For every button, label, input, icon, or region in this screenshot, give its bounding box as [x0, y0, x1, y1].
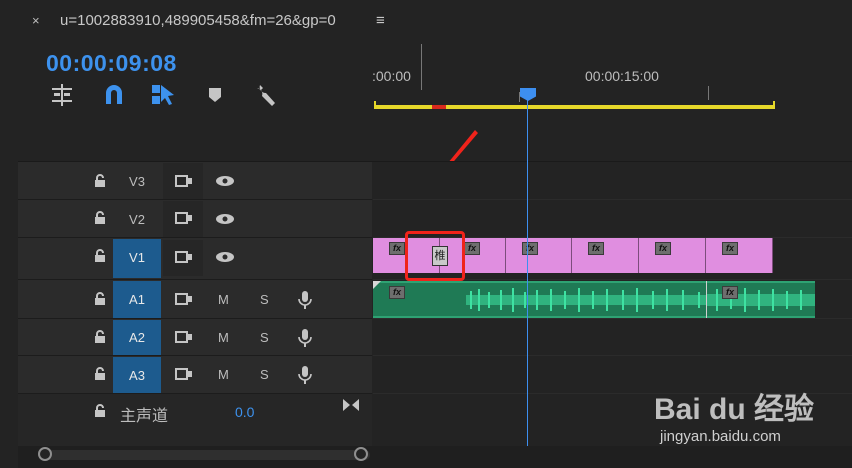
eye-icon[interactable] [214, 250, 236, 264]
wrench-settings-icon[interactable] [254, 82, 280, 108]
ruler-tick [708, 86, 709, 100]
master-track-name: 主声道 [120, 408, 169, 425]
lock-icon[interactable] [93, 211, 107, 225]
fx-badge: fx [522, 242, 538, 255]
ruler-tick [519, 92, 520, 102]
sync-lock-icon[interactable] [174, 249, 194, 265]
track-name-v3[interactable]: V3 [113, 174, 161, 189]
sequence-tab-title[interactable]: u=1002883910,489905458&fm=26&gp=0 [60, 12, 336, 29]
track-lane-v3[interactable] [373, 162, 852, 200]
track-name-v2[interactable]: V2 [113, 212, 161, 227]
sync-lock-icon[interactable] [174, 366, 194, 382]
track-name-a1: A1 [129, 292, 145, 307]
ruler-tick [421, 44, 422, 90]
scrollbar-right-handle[interactable] [354, 447, 368, 461]
panel-menu-icon[interactable]: ≡ [376, 12, 385, 29]
scrollbar-left-handle[interactable] [38, 447, 52, 461]
track-header-a1[interactable] [18, 280, 372, 319]
eye-icon[interactable] [214, 174, 236, 188]
snap-magnet-icon[interactable] [102, 82, 126, 108]
mute-button-a3[interactable]: M [218, 367, 229, 382]
playhead-timecode[interactable]: 00:00:09:08 [46, 50, 177, 77]
track-header-a3[interactable] [18, 356, 372, 394]
insert-sequence-icon[interactable] [50, 82, 74, 108]
mute-button-a1[interactable]: M [218, 292, 229, 307]
track-lane-a2[interactable] [373, 319, 852, 356]
track-name-a3: A3 [129, 368, 145, 383]
lock-icon[interactable] [93, 174, 107, 188]
sync-lock-icon[interactable] [174, 210, 194, 226]
video-clip[interactable] [706, 238, 773, 273]
lock-icon[interactable] [93, 249, 107, 263]
track-height-toggle-icon[interactable] [342, 398, 360, 412]
track-name-v1: V1 [129, 250, 145, 265]
playhead-line[interactable] [527, 100, 528, 446]
lock-icon[interactable] [93, 292, 107, 306]
sync-lock-icon[interactable] [174, 291, 194, 307]
edit-cursor-icon: 椎 [432, 246, 448, 266]
scrollbar-track[interactable] [38, 450, 370, 460]
lock-icon[interactable] [93, 404, 107, 418]
watermark-brand: Bai du 经验 [654, 392, 814, 426]
close-tab-icon[interactable]: × [32, 13, 40, 28]
lock-icon[interactable] [93, 367, 107, 381]
track-target-a1[interactable]: A1 [113, 281, 161, 318]
solo-button-a1[interactable]: S [260, 292, 269, 307]
audio-clip-top-edge [373, 281, 815, 283]
microphone-icon[interactable] [297, 328, 313, 348]
fx-badge: fx [389, 242, 405, 255]
linked-selection-icon[interactable] [150, 82, 176, 108]
fx-badge: fx [655, 242, 671, 255]
audio-clip-cut-line [706, 281, 707, 318]
track-name-a2: A2 [129, 330, 145, 345]
fx-badge: fx [588, 242, 604, 255]
track-header-master[interactable] [18, 394, 372, 446]
clip-corner-marker-icon [373, 281, 381, 289]
track-target-a2[interactable]: A2 [113, 320, 161, 355]
solo-button-a2[interactable]: S [260, 330, 269, 345]
fx-badge: fx [722, 242, 738, 255]
microphone-icon[interactable] [297, 365, 313, 385]
audio-waveform [466, 288, 815, 312]
solo-button-a3[interactable]: S [260, 367, 269, 382]
eye-icon[interactable] [214, 212, 236, 226]
microphone-icon[interactable] [297, 290, 313, 310]
track-target-v1[interactable]: V1 [113, 239, 161, 278]
video-clip[interactable] [506, 238, 572, 273]
mute-button-a2[interactable]: M [218, 330, 229, 345]
audio-clip-bottom-edge [373, 316, 815, 318]
sync-lock-icon[interactable] [174, 329, 194, 345]
sync-lock-icon[interactable] [174, 173, 194, 189]
watermark-url: jingyan.baidu.com [660, 428, 781, 445]
track-target-a3[interactable]: A3 [113, 357, 161, 393]
render-bar-red [432, 105, 446, 109]
fx-badge: fx [464, 242, 480, 255]
video-clip[interactable] [572, 238, 639, 273]
track-header-a2[interactable] [18, 319, 372, 356]
fx-badge: fx [722, 286, 738, 299]
work-area-start-handle[interactable] [374, 101, 376, 109]
master-volume-value[interactable]: 0.0 [235, 404, 254, 420]
video-clip[interactable] [639, 238, 706, 273]
fx-badge: fx [389, 286, 405, 299]
ruler-label-mid: 00:00:15:00 [585, 68, 659, 84]
add-marker-icon[interactable] [206, 82, 224, 108]
ruler-label-start: :00:00 [372, 68, 411, 84]
lock-icon[interactable] [93, 330, 107, 344]
work-area-end-handle[interactable] [773, 101, 775, 109]
